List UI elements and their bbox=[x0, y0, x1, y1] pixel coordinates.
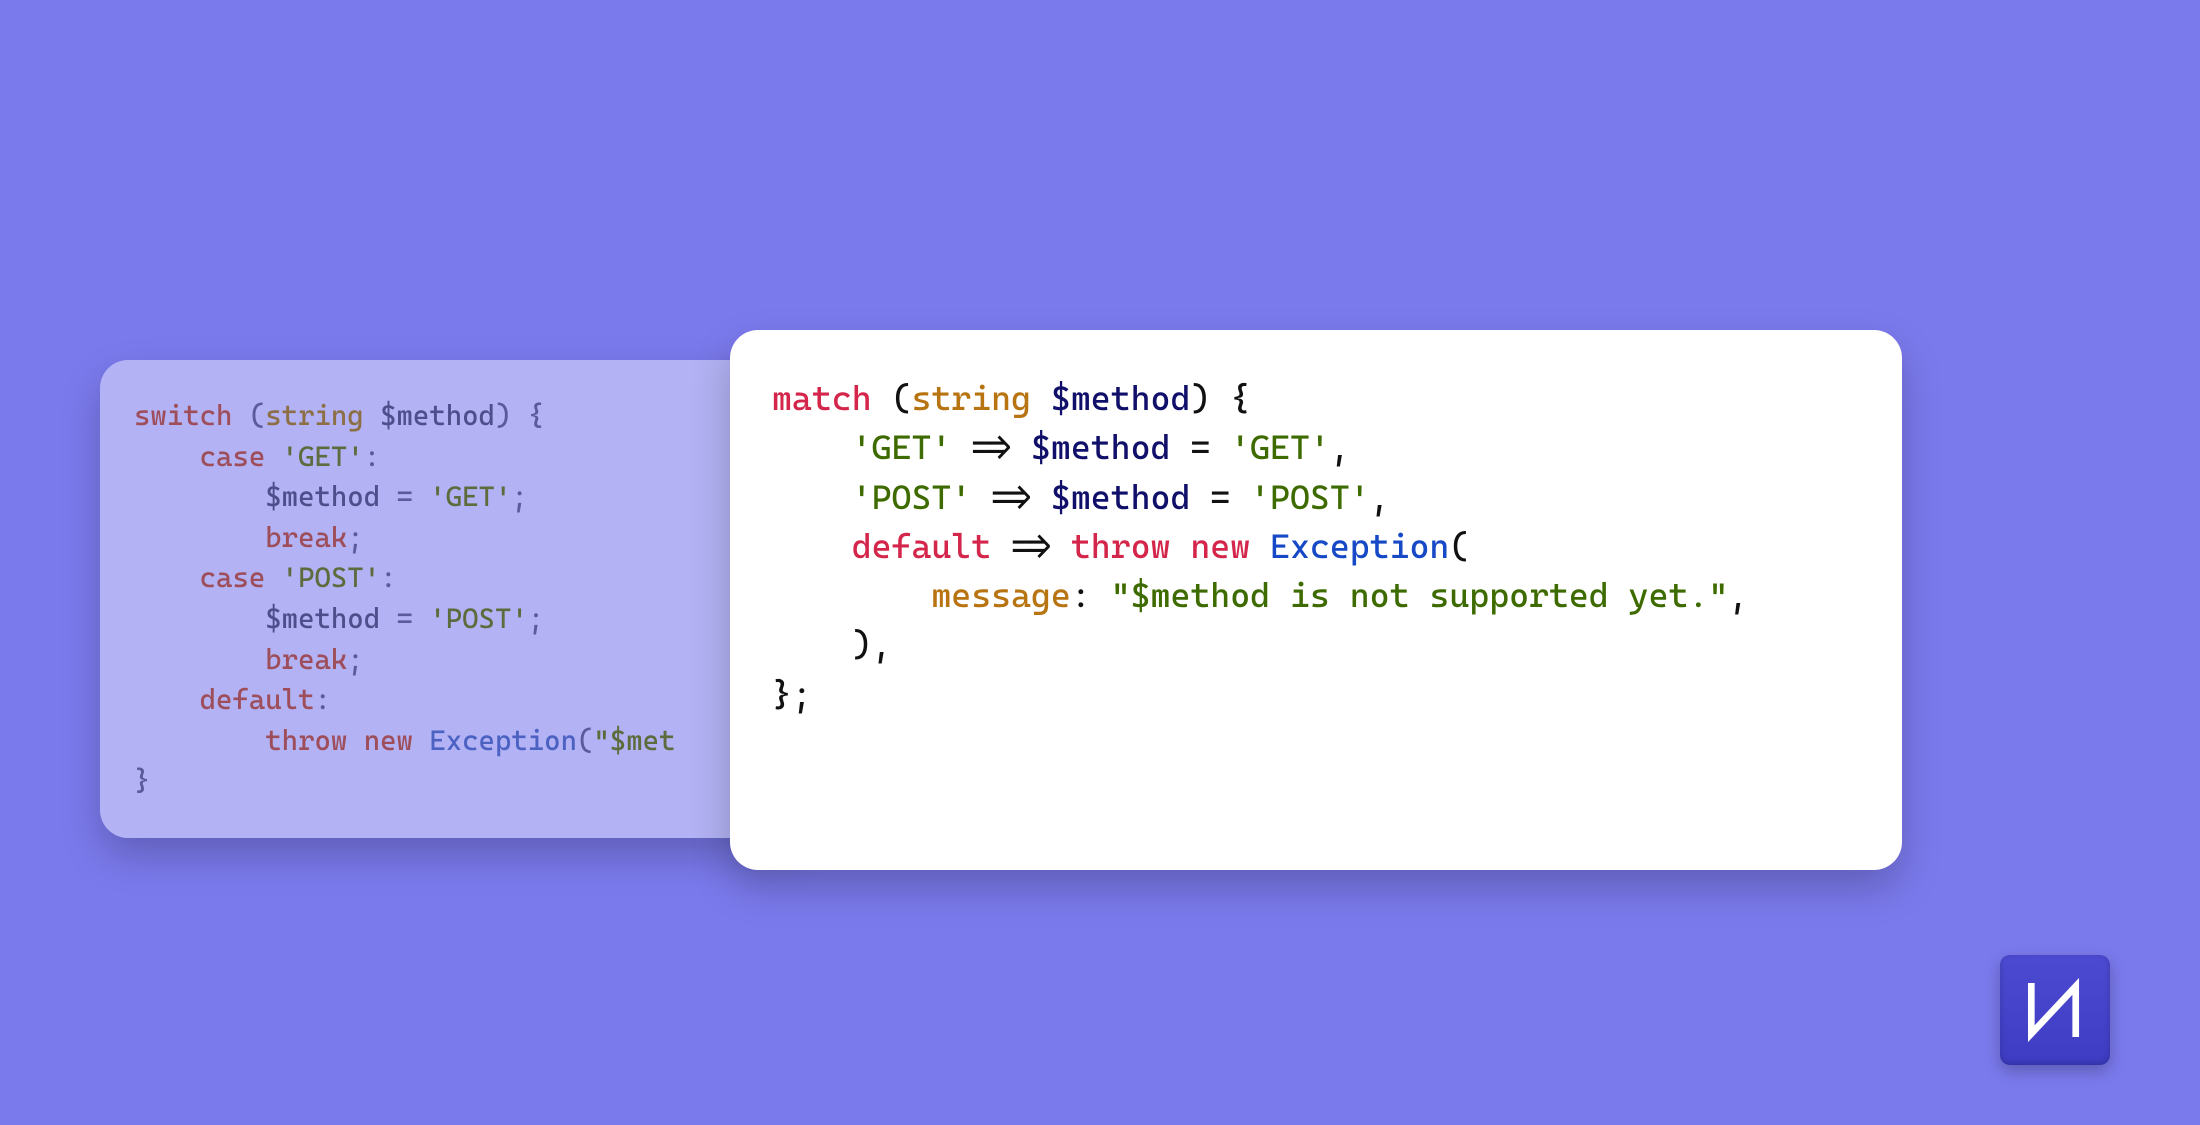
canvas: switch (string $method) { case 'GET': $m… bbox=[0, 0, 2200, 1125]
code-card-match: match (string $method) { 'GET' => $metho… bbox=[730, 330, 1902, 870]
code-token bbox=[134, 643, 265, 676]
code-token: ( bbox=[232, 399, 265, 432]
code-token: ; bbox=[347, 521, 363, 554]
code-token: string bbox=[911, 378, 1031, 418]
code-token: ) { bbox=[1190, 378, 1250, 418]
code-token: = bbox=[1170, 427, 1230, 467]
code-token: ( bbox=[1449, 526, 1469, 566]
code-token: }; bbox=[772, 674, 812, 714]
code-block-switch: switch (string $method) { case 'GET': $m… bbox=[134, 396, 771, 802]
code-token: new bbox=[364, 724, 413, 757]
code-token: = bbox=[1190, 477, 1250, 517]
code-token: 'GET' bbox=[429, 480, 511, 513]
code-token: ; bbox=[511, 480, 527, 513]
code-token: : bbox=[314, 683, 330, 716]
code-token: => bbox=[971, 477, 1051, 517]
code-token: 'GET' bbox=[282, 440, 364, 473]
code-token: $method bbox=[265, 480, 380, 513]
code-token: string bbox=[265, 399, 363, 432]
code-token: : bbox=[380, 561, 396, 594]
code-token bbox=[265, 440, 281, 473]
code-token: 'POST' bbox=[852, 477, 972, 517]
code-token: 'GET' bbox=[1230, 427, 1330, 467]
code-token: default bbox=[852, 526, 991, 566]
code-token bbox=[347, 724, 363, 757]
code-token: case bbox=[200, 440, 266, 473]
code-token: break bbox=[265, 521, 347, 554]
code-token bbox=[134, 440, 200, 473]
code-token: , bbox=[1370, 477, 1390, 517]
code-token bbox=[134, 724, 265, 757]
code-token: "$met bbox=[593, 724, 675, 757]
code-token: $method bbox=[1031, 427, 1170, 467]
code-token: message bbox=[931, 575, 1070, 615]
code-token: ; bbox=[528, 602, 544, 635]
code-token bbox=[134, 683, 200, 716]
code-token: throw bbox=[265, 724, 347, 757]
code-token bbox=[413, 724, 429, 757]
code-token: $method bbox=[1051, 477, 1190, 517]
code-token: "$method is not supported yet." bbox=[1111, 575, 1729, 615]
code-token bbox=[1250, 526, 1270, 566]
code-token: switch bbox=[134, 399, 232, 432]
brand-logo bbox=[2000, 955, 2110, 1065]
code-token bbox=[265, 561, 281, 594]
code-token bbox=[1170, 526, 1190, 566]
code-token bbox=[134, 561, 200, 594]
code-token: Exception bbox=[1270, 526, 1449, 566]
code-token: => bbox=[951, 427, 1031, 467]
code-token: break bbox=[265, 643, 347, 676]
code-token: ) { bbox=[495, 399, 544, 432]
code-token: : bbox=[364, 440, 380, 473]
code-token: throw bbox=[1071, 526, 1171, 566]
code-token: Exception bbox=[429, 724, 577, 757]
code-token: 'POST' bbox=[1250, 477, 1370, 517]
code-token bbox=[134, 521, 265, 554]
code-token: ( bbox=[577, 724, 593, 757]
code-token: , bbox=[1330, 427, 1350, 467]
code-token bbox=[772, 427, 852, 467]
code-token bbox=[772, 526, 852, 566]
code-token: default bbox=[200, 683, 315, 716]
code-block-match: match (string $method) { 'GET' => $metho… bbox=[772, 374, 1860, 719]
code-token: 'GET' bbox=[852, 427, 952, 467]
brand-logo-icon bbox=[2018, 973, 2092, 1047]
code-token: case bbox=[200, 561, 266, 594]
code-token: $method bbox=[265, 602, 380, 635]
code-token: => bbox=[991, 526, 1071, 566]
code-token: = bbox=[380, 602, 429, 635]
code-token: new bbox=[1190, 526, 1250, 566]
code-token: ( bbox=[872, 378, 912, 418]
code-token bbox=[772, 575, 931, 615]
code-token: 'POST' bbox=[282, 561, 380, 594]
code-token bbox=[134, 602, 265, 635]
code-token: , bbox=[1728, 575, 1748, 615]
code-token: $method bbox=[1051, 378, 1190, 418]
code-token bbox=[772, 477, 852, 517]
code-token: : bbox=[1071, 575, 1111, 615]
code-token: 'POST' bbox=[429, 602, 527, 635]
code-token: match bbox=[772, 378, 872, 418]
code-token: = bbox=[380, 480, 429, 513]
code-card-switch: switch (string $method) { case 'GET': $m… bbox=[100, 360, 805, 838]
code-token bbox=[364, 399, 380, 432]
code-token: } bbox=[134, 764, 150, 797]
code-token bbox=[1031, 378, 1051, 418]
code-token: ; bbox=[347, 643, 363, 676]
code-token: $method bbox=[380, 399, 495, 432]
code-token: ), bbox=[772, 624, 892, 664]
code-token bbox=[134, 480, 265, 513]
